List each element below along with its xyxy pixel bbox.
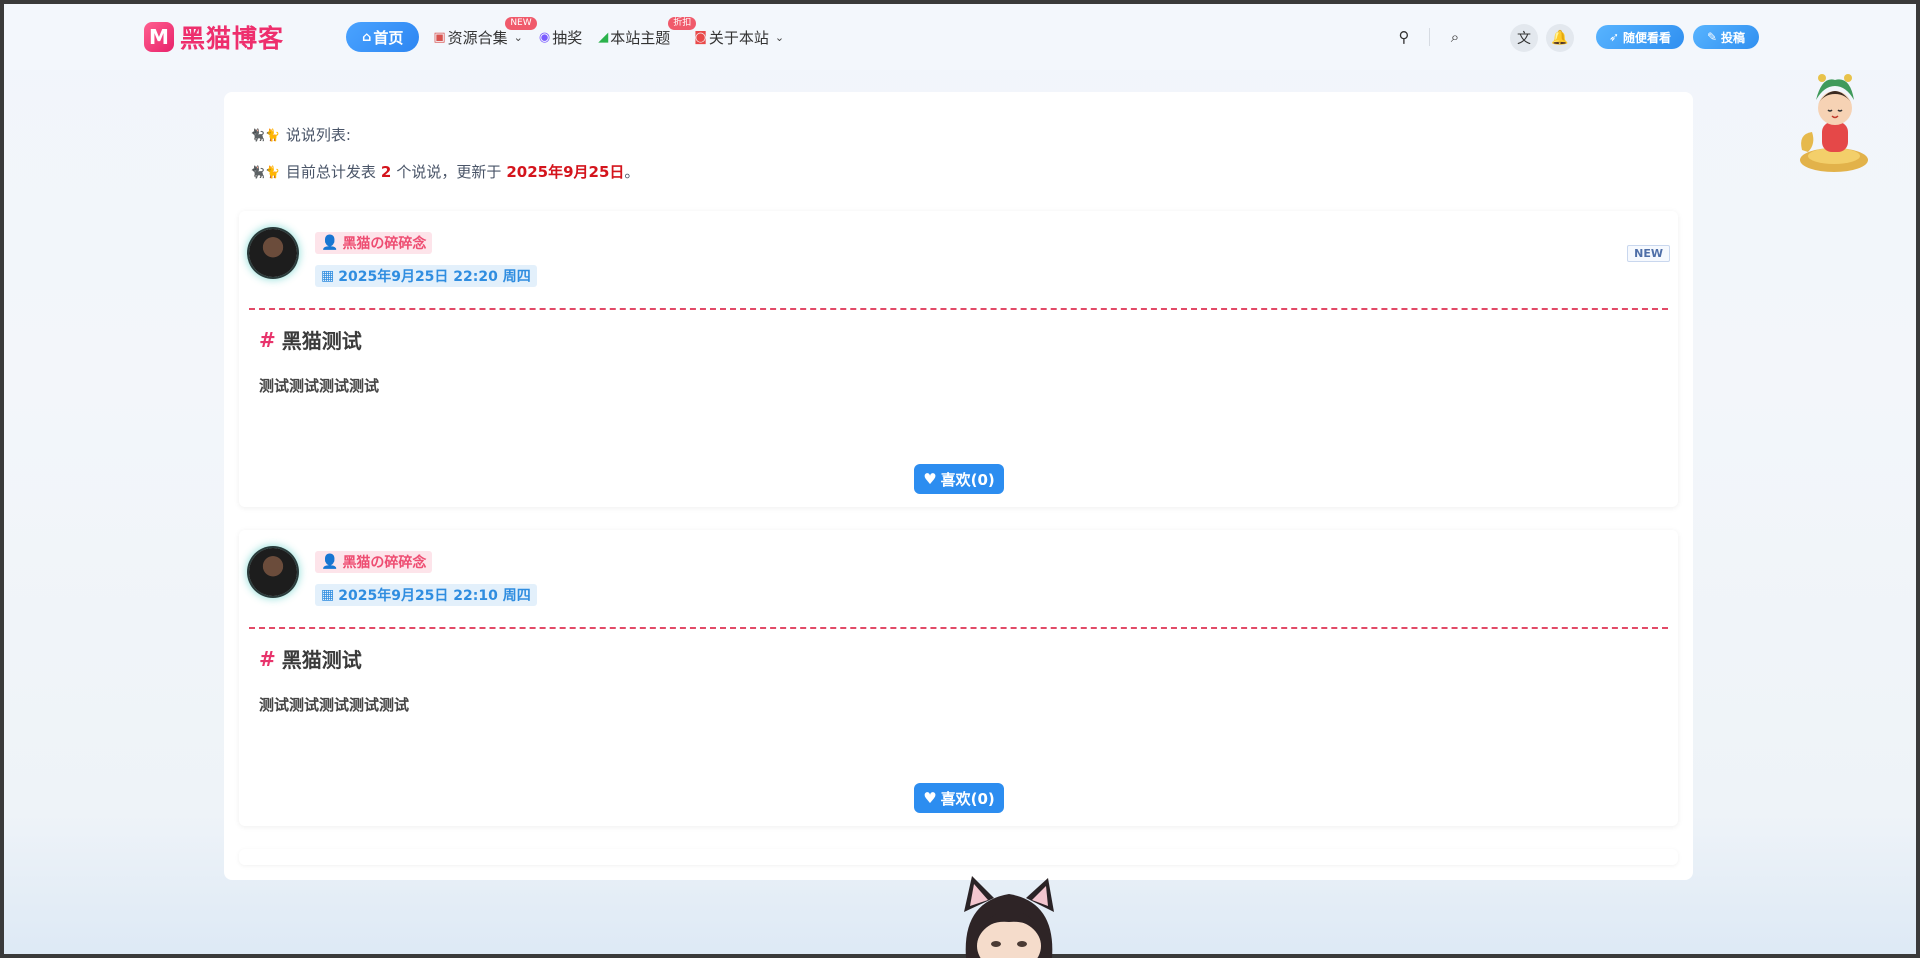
nav-item-label: 抽奖	[552, 28, 583, 47]
author-badge[interactable]: 👤 黑猫の碎碎念	[315, 232, 433, 254]
post-datetime: 2025年9月25日 22:10 周四	[338, 588, 531, 604]
post-title-text: 黑猫测试	[281, 329, 362, 353]
author-badge[interactable]: 👤 黑猫の碎碎念	[315, 551, 433, 573]
post-body: 测试测试测试测试测试	[259, 696, 410, 714]
rocket-icon: ➶	[1608, 30, 1620, 44]
about-icon: ◙	[694, 29, 707, 45]
post-title: # 黑猫测试	[259, 325, 362, 354]
random-view-label: 随便看看	[1623, 30, 1672, 45]
discount-tag: 折扣	[668, 17, 697, 30]
nav-item-home[interactable]: ⌂ 首页	[346, 22, 420, 52]
search-icon[interactable]: ⌕	[1444, 26, 1466, 48]
dashed-divider	[249, 627, 1668, 629]
post-body: 测试测试测试测试	[259, 377, 380, 395]
moments-list-title: 说说列表:	[285, 126, 351, 144]
badge-icon[interactable]: ⚲	[1393, 26, 1415, 48]
dashed-divider	[249, 308, 1668, 310]
heart-icon: ♥	[923, 470, 937, 488]
summary-middle: 个说说，更新于	[396, 163, 502, 181]
cat-emoji: 🐈‍⬛🐈	[250, 164, 280, 179]
nav-item-lottery[interactable]: ◉ 抽奖	[539, 22, 582, 52]
chevron-down-icon: ⌄	[513, 30, 523, 44]
logo-mark-icon: M	[144, 22, 174, 52]
avatar[interactable]	[249, 229, 297, 277]
post-title-text: 黑猫测试	[281, 648, 362, 672]
new-badge: NEW	[1627, 245, 1670, 262]
author-name: 黑猫の碎碎念	[342, 555, 427, 571]
new-tag: NEW	[505, 17, 537, 30]
post-title: # 黑猫测试	[259, 644, 362, 673]
like-label: 喜欢(0)	[940, 470, 995, 489]
summary-count: 2	[380, 162, 392, 181]
post-datetime: 2025年9月25日 22:20 周四	[338, 269, 531, 285]
moment-post: 👤 黑猫の碎碎念 ▦ 2025年9月25日 22:20 周四 NEW # 黑猫测…	[239, 211, 1678, 507]
nav-item-label: 关于本站	[708, 28, 769, 47]
like-label: 喜欢(0)	[940, 789, 995, 808]
dragon-girl-mascot[interactable]	[1794, 70, 1874, 174]
cat-girl-illustration	[964, 876, 1054, 958]
chevron-down-icon: ⌄	[774, 30, 785, 44]
author-name: 黑猫の碎碎念	[342, 236, 427, 252]
top-navbar: M 黑猫博客 ⌂ 首页 ▣ 资源合集 NEW ⌄ ◉ 抽奖 ◢ 本站主题 折扣 …	[4, 4, 1916, 70]
nav-item-label: 资源合集	[447, 28, 508, 47]
user-icon: 👤	[321, 235, 339, 251]
summary-date: 2025年9月25日	[506, 163, 625, 181]
moment-post-partial	[239, 849, 1678, 865]
cat-emoji: 🐈‍⬛🐈	[250, 127, 280, 142]
avatar[interactable]	[249, 548, 297, 596]
calendar-icon: ▦	[321, 587, 335, 603]
random-view-button[interactable]: ➶ 随便看看	[1596, 25, 1684, 49]
moments-list-heading: 🐈‍⬛🐈 说说列表:	[250, 124, 351, 145]
nav-item-about[interactable]: ◙ 关于本站 ⌄	[694, 22, 784, 52]
translate-icon[interactable]: 文	[1510, 24, 1538, 52]
bell-icon[interactable]: 🔔	[1546, 24, 1574, 52]
pencil-icon: ✎	[1706, 30, 1718, 44]
date-badge: ▦ 2025年9月25日 22:10 周四	[315, 584, 537, 606]
date-badge: ▦ 2025年9月25日 22:20 周四	[315, 265, 537, 287]
nav-item-theme[interactable]: ◢ 本站主题 折扣	[598, 17, 697, 52]
gift-icon: ▣	[433, 29, 446, 45]
home-icon: ⌂	[362, 29, 372, 45]
main-menu: ⌂ 首页 ▣ 资源合集 NEW ⌄ ◉ 抽奖 ◢ 本站主题 折扣 ◙ 关于本站 …	[346, 17, 800, 52]
lottery-icon: ◉	[538, 29, 551, 45]
hash-icon: #	[259, 646, 276, 671]
nav-actions: ⚲ ⌕ 文 🔔 ➶ 随便看看 ✎ 投稿	[1316, 4, 1916, 70]
nav-item-label: 首页	[373, 28, 404, 47]
hash-icon: #	[259, 327, 276, 352]
nav-item-label: 本站主题	[610, 28, 671, 47]
heart-icon: ♥	[923, 789, 937, 807]
nav-item-resources[interactable]: ▣ 资源合集 NEW ⌄	[433, 17, 537, 52]
site-name: 黑猫博客	[180, 24, 285, 53]
summary-prefix: 目前总计发表	[285, 163, 376, 181]
like-button[interactable]: ♥ 喜欢(0)	[914, 464, 1004, 494]
calendar-icon: ▦	[321, 268, 335, 284]
site-logo[interactable]: M 黑猫博客	[144, 22, 285, 53]
submit-post-label: 投稿	[1721, 30, 1746, 45]
moments-summary: 🐈‍⬛🐈 目前总计发表 2 个说说，更新于 2025年9月25日 。	[250, 161, 639, 182]
summary-suffix: 。	[624, 163, 640, 181]
moment-post: 👤 黑猫の碎碎念 ▦ 2025年9月25日 22:10 周四 # 黑猫测试 测试…	[239, 530, 1678, 826]
like-button[interactable]: ♥ 喜欢(0)	[914, 783, 1004, 813]
divider	[1429, 28, 1430, 46]
moments-card: 🐈‍⬛🐈 说说列表: 🐈‍⬛🐈 目前总计发表 2 个说说，更新于 2025年9月…	[224, 92, 1693, 880]
user-icon: 👤	[321, 554, 339, 570]
theme-icon: ◢	[598, 29, 609, 45]
submit-post-button[interactable]: ✎ 投稿	[1693, 25, 1759, 49]
